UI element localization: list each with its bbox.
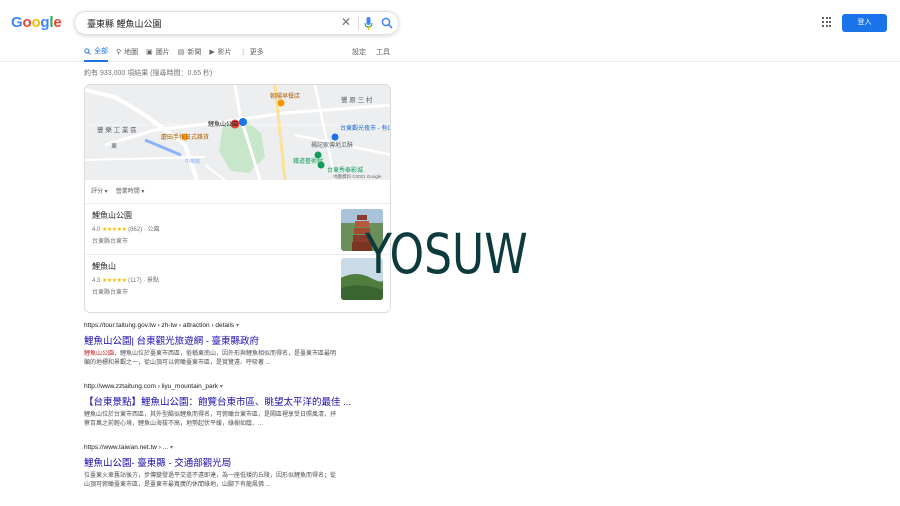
tab-news[interactable]: ▤ 新聞 (178, 46, 202, 58)
clear-icon[interactable]: ✕ (341, 15, 351, 29)
local-pack: 豐 樂 工 業 區 朝陽早餐店 豐 原 三 村 慶田手作日式雜貨 鯉魚山公園 台… (84, 84, 391, 313)
place-item[interactable]: 鯉魚山 4.3 ★★★★★ (117) · 景點 台東縣台東市 (92, 261, 159, 296)
place-reviews: (862) (128, 227, 143, 233)
map-image[interactable]: 豐 樂 工 業 區 朝陽早餐店 豐 原 三 村 慶田手作日式雜貨 鯉魚山公園 台… (85, 85, 391, 181)
image-icon: ▣ (146, 49, 153, 56)
place-meta: 4.3 ★★★★★ (117) · 景點 (92, 278, 160, 284)
settings-link[interactable]: 設定 (352, 47, 366, 57)
search-box[interactable]: 臺東縣 鯉魚山公園 ✕ (74, 11, 399, 35)
search-input[interactable]: 臺東縣 鯉魚山公園 (87, 17, 162, 30)
snippet-text: 山頂可俯瞰臺東市區，是臺東市最寬廣的休閒綠地，山腳下有龍鳳佛 ... (84, 482, 271, 488)
map-label-night-market: 台東觀光夜市 - 有GO小米沙·美味鐵板燒... (340, 124, 391, 132)
mic-icon[interactable] (364, 17, 373, 30)
tab-images[interactable]: ▣ 圖片 (146, 46, 170, 58)
signin-button[interactable]: 登入 (842, 14, 887, 32)
tab-label: 影片 (217, 49, 232, 56)
map-label-road: 中華路 (185, 158, 200, 165)
result-snippet: 鯉魚山公園．鯉魚山位於臺東市西區，俗稱東南山，因外形與鯉魚相似而得名，是臺東市區… (84, 350, 394, 368)
pin-icon: ⚲ (116, 49, 122, 56)
chevron-down-icon[interactable]: ▾ (220, 384, 223, 390)
filter-hours[interactable]: 營業時間 ▾ (116, 186, 145, 195)
map-view[interactable]: 豐 樂 工 業 區 朝陽早餐店 豐 原 三 村 慶田手作日式雜貨 鯉魚山公園 台… (85, 85, 391, 181)
result-title[interactable]: 鯉魚山公園| 台東觀光旅遊網 - 臺東縣政府 (84, 333, 394, 347)
place-meta: 4.0 ★★★★★ (862) · 公園 (92, 227, 160, 233)
map-label-cinema: 台東秀泰影城 (327, 166, 363, 174)
search-icon (84, 47, 91, 55)
map-label-district: 豐 樂 工 業 區 (97, 125, 137, 134)
place-category: 景點 (147, 278, 160, 284)
map-label-market: 朝陽早餐店 (270, 92, 300, 100)
search-result: https://tour.taitung.gov.tw › zh-tw › at… (84, 322, 394, 368)
filter-rating[interactable]: 評分 ▾ (91, 186, 108, 195)
chevron-down-icon[interactable]: ▾ (170, 445, 173, 451)
place-name[interactable]: 鯉魚山公園 (92, 210, 159, 221)
place-name[interactable]: 鯉魚山 (92, 261, 159, 272)
map-label-gua: 楊記家傳地瓜酥 (311, 141, 353, 149)
search-tabs: 全部 ⚲ 地圖 ▣ 圖片 ▤ 新聞 ▶ 影片 ⋮ 更多 (84, 46, 272, 62)
place-address: 台東縣台東市 (92, 290, 129, 296)
snippet-text: ．鯉魚山位於臺東市西區，俗稱東南山，因外形與鯉魚相似而得名，是臺東市區最明 (114, 351, 337, 357)
snippet-text: 位臺東火車舊站後方，步傳變發過平交道不遠即達，為一座低矮的丘陵，因形似鯉魚而得名… (84, 473, 337, 479)
place-rating: 4.0 (92, 227, 101, 233)
logo-letter: o (22, 14, 32, 31)
result-title[interactable]: 鯉魚山公園- 臺東縣 - 交通部觀光局 (84, 455, 394, 469)
top-bar: Google 臺東縣 鯉魚山公園 ✕ 登入 全部 ⚲ 地圖 ▣ 圖片 ▤ 新聞 … (0, 0, 900, 62)
search-result: https://www.taiwan.net.tw › ... ▾ 鯉魚山公園-… (84, 444, 394, 490)
tab-label: 全部 (94, 48, 108, 55)
result-title[interactable]: 【台東景點】鯉魚山公園：飽覽台東市區、眺望太平洋的最佳 ... (84, 394, 394, 408)
map-label-east: 東 (111, 142, 117, 150)
chevron-down-icon[interactable]: ▾ (236, 323, 239, 329)
tab-label: 圖片 (155, 49, 170, 56)
watermark: YOSUW (365, 222, 528, 286)
tab-videos[interactable]: ▶ 影片 (209, 46, 231, 58)
logo-letter: g (40, 14, 50, 31)
apps-grid-icon[interactable] (822, 17, 832, 27)
map-copyright: 地圖資料 ©2021 Google (333, 173, 382, 180)
map-label-village: 豐 原 三 村 (341, 95, 373, 104)
snippet-text: 鯉魚山位於台東市西區，其外型酷似鯉魚而得名，可俯瞰台東市區，是鬧區裡享受日照風清… (84, 412, 337, 418)
place-rating: 4.3 (92, 278, 101, 284)
logo-letter: o (31, 14, 41, 31)
tab-more[interactable]: ⋮ 更多 (240, 46, 264, 58)
tab-label: 新聞 (187, 49, 202, 56)
result-snippet: 位臺東火車舊站後方，步傳變發過平交道不遠即達，為一座低矮的丘陵，因形似鯉魚而得名… (84, 472, 394, 490)
search-result: http://www.zztaitung.com › liyu_mountain… (84, 383, 394, 429)
place-item[interactable]: 鯉魚山公園 4.0 ★★★★★ (862) · 公園 台東縣台東市 (92, 210, 159, 245)
divider (85, 254, 390, 255)
video-icon: ▶ (209, 49, 215, 56)
place-address: 台東縣台東市 (92, 239, 129, 245)
logo-letter: G (11, 14, 23, 31)
place-reviews: (117) (128, 278, 142, 284)
snippet-highlight: 鯉魚山公園 (84, 351, 115, 357)
more-icon: ⋮ (239, 49, 247, 56)
place-category: 公園 (147, 227, 160, 233)
result-stats: 約有 933,000 項結果 (搜尋時間：0.65 秒) (84, 70, 213, 77)
result-url-text: https://tour.taitung.gov.tw › zh-tw › at… (84, 322, 235, 329)
tab-label: 地圖 (124, 49, 139, 56)
snippet-text: 寮百萬之前輕心境，鯉魚山海拔不高，地勢起伏平緩，綠樹如蔭、... (84, 421, 264, 427)
search-divider (358, 16, 359, 31)
star-rating-icon: ★★★★★ (102, 227, 127, 233)
result-snippet: 鯉魚山位於台東市西區，其外型酷似鯉魚而得名，可俯瞰台東市區，是鬧區裡享受日照風清… (84, 411, 394, 429)
result-url[interactable]: https://www.taiwan.net.tw › ... ▾ (84, 444, 394, 451)
result-url-text: https://www.taiwan.net.tw › ... (84, 444, 169, 451)
snippet-text: 顯的地標和景觀之一，從山頂可以俯瞰臺東市區，是賞覽遠、呼吸著 ... (84, 360, 271, 366)
logo-letter: e (53, 14, 62, 31)
result-url[interactable]: http://www.zztaitung.com › liyu_mountain… (84, 383, 394, 390)
map-label-art: 鐵道藝術村 (293, 157, 323, 165)
result-url-text: http://www.zztaitung.com › liyu_mountain… (84, 383, 219, 390)
search-icon[interactable] (381, 17, 393, 29)
star-rating-icon: ★★★★★ (102, 278, 127, 284)
map-filters: 評分 ▾ 營業時間 ▾ (91, 186, 144, 195)
google-logo[interactable]: Google (11, 14, 62, 31)
map-label-craft: 慶田手作日式雜貨 (161, 133, 209, 141)
map-label-park: 鯉魚山公園 (208, 120, 238, 128)
tools-link[interactable]: 工具 (376, 47, 390, 57)
tab-label: 更多 (249, 49, 264, 56)
result-url[interactable]: https://tour.taitung.gov.tw › zh-tw › at… (84, 322, 394, 329)
divider (85, 203, 390, 204)
tab-all[interactable]: 全部 (84, 46, 108, 62)
news-icon: ▤ (177, 49, 185, 56)
tab-maps[interactable]: ⚲ 地圖 (116, 46, 138, 58)
